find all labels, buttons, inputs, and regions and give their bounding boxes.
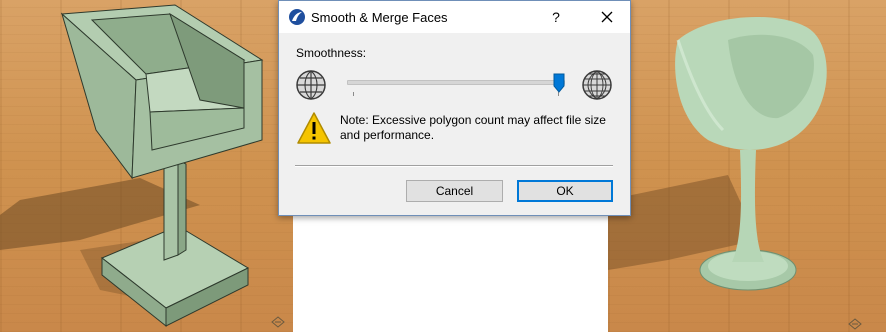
polygon-count-note: Note: Excessive polygon count may affect… (340, 113, 606, 142)
globe-high-poly-icon (582, 70, 612, 100)
help-button[interactable]: ? (543, 4, 569, 30)
faceted-chair-model (0, 4, 264, 328)
smooth-merge-faces-dialog: Smooth & Merge Faces ? Smoothness: Note:… (278, 0, 631, 216)
viewport-right[interactable] (608, 0, 886, 332)
smoothed-chair-model (608, 16, 827, 291)
ok-button[interactable]: OK (517, 180, 613, 202)
divider (295, 165, 613, 167)
slider-tick (353, 92, 354, 96)
smoothness-label: Smoothness: (296, 46, 367, 60)
cancel-button[interactable]: Cancel (406, 180, 503, 202)
globe-low-poly-icon (296, 70, 326, 100)
navigation-icon[interactable] (271, 316, 285, 328)
viewport-left[interactable] (0, 0, 293, 332)
blank-area (293, 216, 608, 332)
archicad-logo-icon (289, 9, 305, 25)
dialog-title: Smooth & Merge Faces (311, 10, 448, 25)
navigation-icon[interactable] (848, 318, 862, 330)
smoothness-slider-thumb[interactable] (553, 73, 565, 93)
close-icon[interactable] (594, 4, 620, 30)
smoothness-slider-track[interactable] (347, 80, 565, 85)
dialog-titlebar[interactable]: Smooth & Merge Faces ? (279, 1, 630, 33)
warning-icon (297, 112, 331, 144)
